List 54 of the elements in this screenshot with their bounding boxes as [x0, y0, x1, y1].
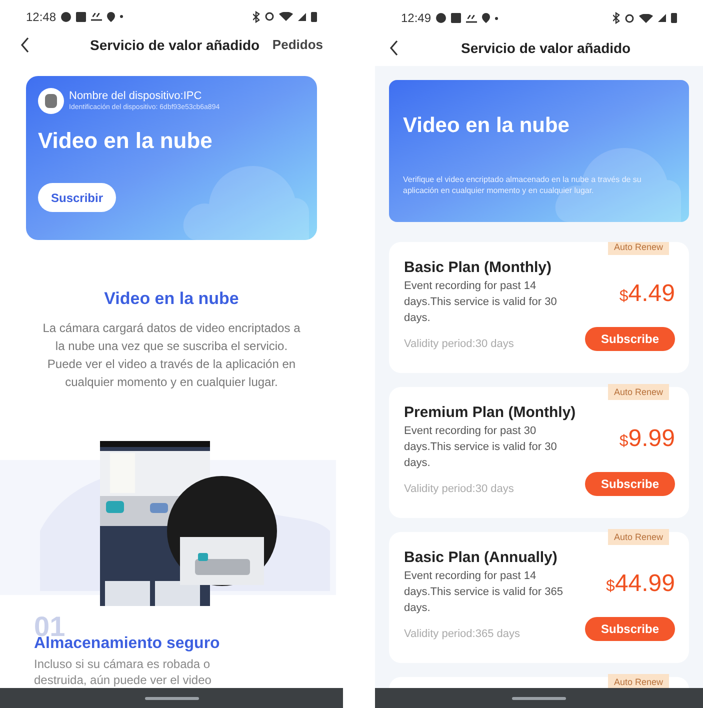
- plan-name: Premium Plan (Monthly): [404, 403, 577, 423]
- section-title: Video en la nube: [103, 288, 240, 310]
- bluetooth-icon: [253, 10, 260, 23]
- card-title: Video en la nube: [38, 127, 214, 156]
- circle-icon: [61, 12, 72, 22]
- page-title: Servicio de valor añadido: [461, 38, 631, 58]
- subscribe-button[interactable]: Suscribir: [38, 183, 116, 212]
- banner-title: Video en la nube: [403, 113, 570, 139]
- validity-period: Validity period:365 days: [404, 627, 521, 642]
- status-time: 12:49: [401, 10, 432, 27]
- subscribe-button[interactable]: Subscribe: [585, 326, 675, 350]
- plan-description: Event recording for past 14 days.This service is valid for 30 days.: [404, 279, 558, 326]
- wifi-icon: [639, 14, 653, 22]
- location-icon: [107, 12, 116, 22]
- back-icon[interactable]: [20, 37, 30, 54]
- page-title: Servicio de valor añadido: [90, 36, 260, 55]
- status-time: 12:48: [26, 8, 56, 26]
- battery-icon: [671, 13, 677, 23]
- plan-name: Basic Plan (Annually): [404, 548, 558, 568]
- validity-period: Validity period:30 days: [404, 337, 515, 352]
- home-handle[interactable]: [144, 696, 198, 700]
- section-description: La cámara cargará datos de video encriptados a la nube una vez que se suscriba el servicio. Puede ver el video a través de la aplicación en cualquier momento y en cualquier lugar.: [42, 320, 302, 391]
- location-icon: [482, 13, 490, 23]
- orders-link[interactable]: Pedidos: [272, 35, 323, 55]
- dot-icon: [120, 15, 124, 18]
- feature-title: Almacenamiento seguro: [34, 635, 221, 654]
- price: $44.99: [606, 569, 675, 599]
- back-icon[interactable]: [389, 40, 399, 56]
- auto-renew-badge: Auto Renew: [608, 529, 669, 545]
- plan-description: Event recording for past 14 days.This service is valid for 365 days.: [404, 569, 564, 616]
- camera-avatar: [38, 88, 64, 114]
- auto-renew-badge: Auto Renew: [608, 242, 669, 255]
- banner-description: Verifique el video encriptado almacenado en la nube a través de su aplicación en cualquier momento y en cualquier lugar.: [403, 174, 642, 196]
- plan-name: Basic Plan (Monthly): [404, 258, 553, 278]
- bluetooth-icon: [613, 12, 620, 24]
- subscribe-button[interactable]: Subscribe: [585, 616, 675, 640]
- price: $4.49: [619, 279, 675, 309]
- signal-icon: [658, 14, 666, 22]
- feature-description: Incluso si su cámara es robada o destruida, aún puede ver el video: [34, 656, 212, 688]
- dot-icon: [495, 16, 498, 20]
- auto-renew-badge: Auto Renew: [608, 384, 669, 400]
- square-icon: [76, 12, 86, 22]
- circle-icon: [436, 13, 446, 23]
- home-handle[interactable]: [512, 696, 566, 700]
- subscribe-button[interactable]: Subscribe: [585, 472, 675, 496]
- auto-renew-badge: Auto Renew: [608, 674, 669, 688]
- square-icon: [451, 13, 462, 23]
- device-name: Nombre del dispositivo:IPC: [69, 89, 203, 104]
- battery-icon: [311, 12, 317, 22]
- wifi-icon: [279, 12, 293, 22]
- validity-period: Validity period:30 days: [404, 482, 515, 497]
- plan-description: Event recording for past 30 days.This service is valid for 30 days.: [404, 424, 558, 471]
- signal-icon: [298, 12, 306, 21]
- price: $9.99: [619, 424, 675, 454]
